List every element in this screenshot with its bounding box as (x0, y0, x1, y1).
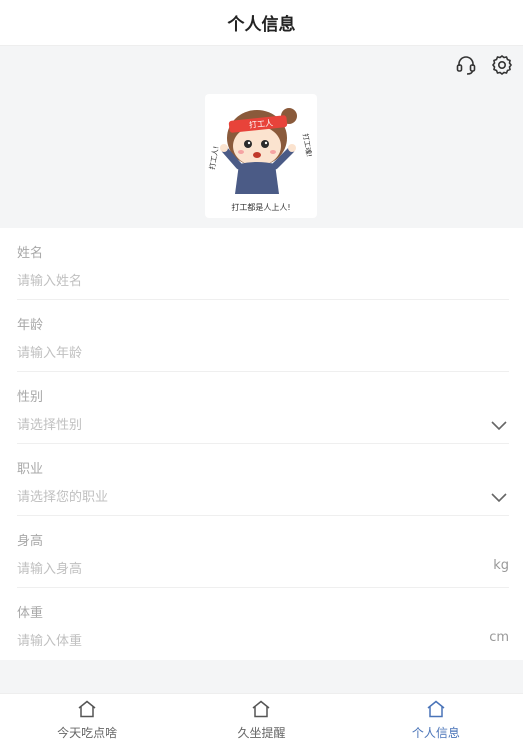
home-icon (251, 700, 271, 722)
tab-label: 久坐提醒 (237, 726, 286, 740)
home-icon (426, 700, 446, 722)
avatar[interactable]: 打工人 打工人! 打工魂! 打工都是人上人! (205, 94, 317, 218)
page-header: 个人信息 (0, 0, 523, 46)
chevron-down-icon[interactable] (491, 488, 507, 507)
age-field[interactable]: 年龄 请输入年龄 (17, 300, 509, 372)
tab-label: 今天吃点啥 (57, 726, 118, 740)
profile-form: 姓名 请输入姓名 年龄 请输入年龄 性别 请选择性别 职业 请选择您的职业 身高… (0, 228, 523, 660)
tab-sit-reminder[interactable]: 久坐提醒 (174, 694, 348, 744)
gender-label: 性别 (17, 390, 44, 405)
weight-field[interactable]: 体重 请输入体重 cm (17, 588, 509, 660)
chevron-down-icon[interactable] (491, 416, 507, 435)
avatar-caption: 打工都是人上人! (231, 202, 290, 212)
name-field[interactable]: 姓名 请输入姓名 (17, 228, 509, 300)
gender-field[interactable]: 性别 请选择性别 (17, 372, 509, 444)
height-field[interactable]: 身高 请输入身高 kg (17, 516, 509, 588)
tab-food[interactable]: 今天吃点啥 (0, 694, 174, 744)
bottom-tab-bar: 今天吃点啥 久坐提醒 个人信息 (0, 693, 523, 744)
avatar-right-text: 打工魂! (301, 133, 314, 158)
age-input[interactable]: 请输入年龄 (17, 342, 82, 361)
occupation-field[interactable]: 职业 请选择您的职业 (17, 444, 509, 516)
profile-top-area: 打工人 打工人! 打工魂! 打工都是人上人! (0, 46, 523, 228)
headset-icon[interactable] (453, 52, 479, 78)
gender-select[interactable]: 请选择性别 (17, 414, 82, 433)
avatar-left-text: 打工人! (207, 145, 220, 170)
weight-label: 体重 (17, 606, 44, 621)
gear-icon[interactable] (489, 52, 515, 78)
name-label: 姓名 (17, 246, 44, 261)
age-label: 年龄 (17, 318, 44, 333)
occupation-select[interactable]: 请选择您的职业 (17, 486, 108, 505)
weight-unit: cm (489, 630, 509, 645)
name-input[interactable]: 请输入姓名 (17, 270, 82, 289)
height-input[interactable]: 请输入身高 (17, 558, 82, 577)
home-icon (77, 700, 97, 722)
weight-input[interactable]: 请输入体重 (17, 630, 82, 649)
height-unit: kg (493, 558, 509, 573)
height-label: 身高 (17, 534, 44, 549)
tab-label: 个人信息 (411, 726, 460, 740)
occupation-label: 职业 (17, 462, 44, 477)
tab-profile[interactable]: 个人信息 (349, 694, 523, 744)
page-title: 个人信息 (227, 15, 296, 35)
